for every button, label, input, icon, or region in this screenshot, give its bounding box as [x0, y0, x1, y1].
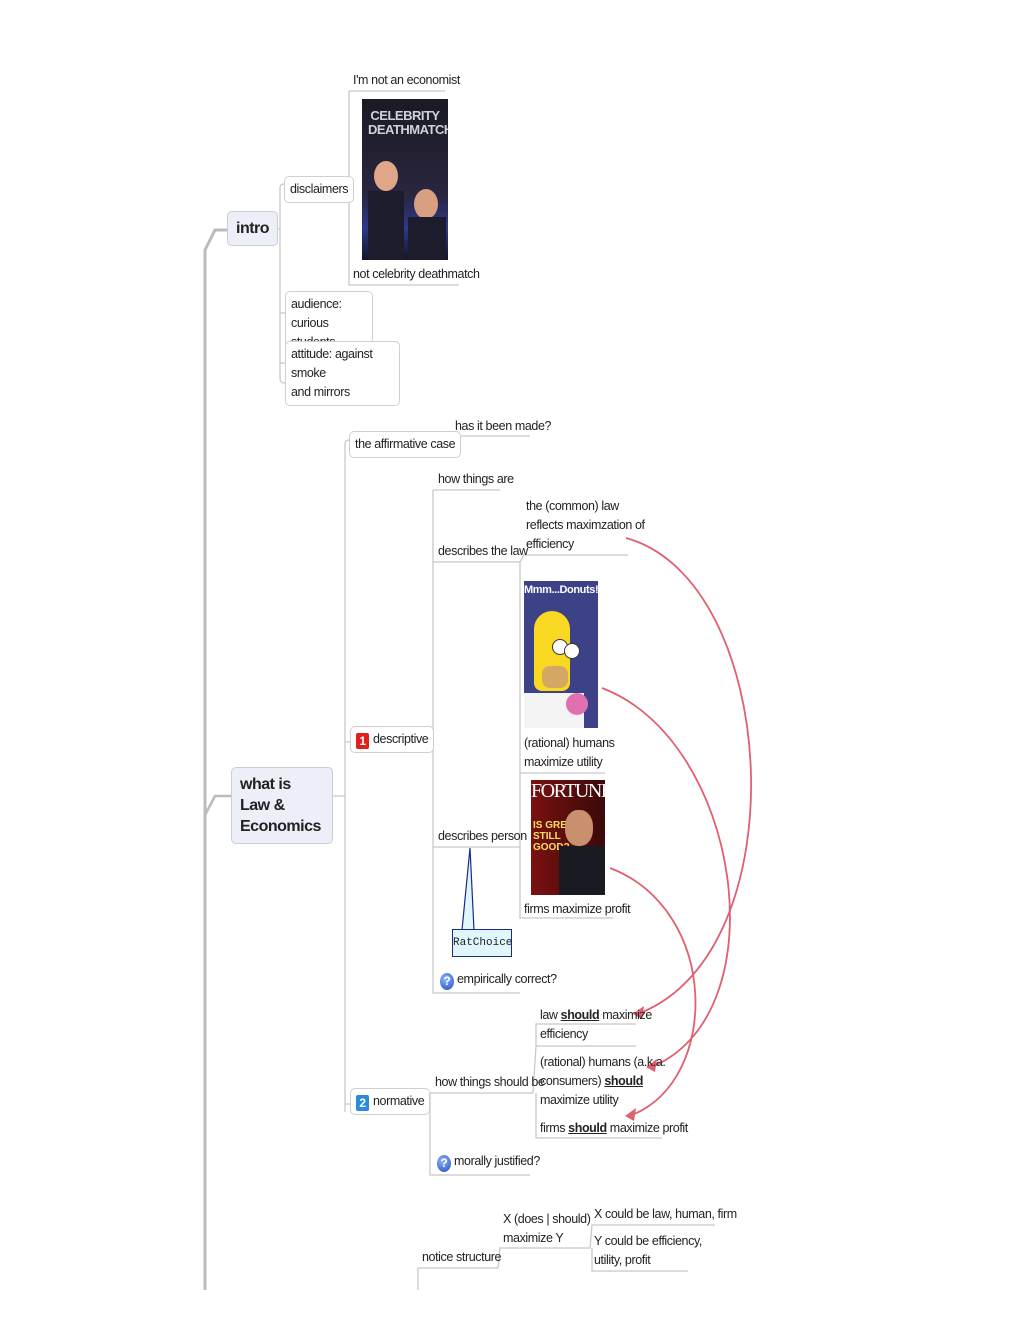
topic-attitude[interactable]: attitude: against smoke and mirrors	[285, 341, 400, 406]
topic-how-things-are[interactable]: how things are	[438, 470, 514, 489]
topic-label: what is Law &	[240, 776, 291, 814]
callout-ratchoice[interactable]: RatChoice	[452, 929, 512, 957]
image-logo: CELEBRITY DEATHMATCH	[368, 108, 448, 137]
topic-law-economics[interactable]: what is Law & Economics	[231, 767, 333, 844]
question-icon: ?	[437, 1155, 451, 1172]
image-logo: Mmm...Donuts!	[524, 584, 598, 596]
topic-label: audience: curious	[291, 297, 342, 330]
topic-label: the affirmative case	[355, 437, 456, 451]
text: efficiency	[540, 1027, 588, 1041]
topic-firms-maximize-profit[interactable]: firms maximize profit	[524, 900, 631, 919]
topic-how-things-should-be[interactable]: how things should be	[435, 1073, 545, 1092]
topic-label: maximize utility	[524, 755, 603, 769]
topic-law-should[interactable]: law should maximize efficiency	[540, 1006, 652, 1044]
connector-lines	[203, 90, 752, 1290]
topic-label: disclaimers	[290, 182, 349, 196]
topic-common-law[interactable]: the (common) law reflects maximzation of…	[526, 497, 645, 554]
topic-y-could-be[interactable]: Y could be efficiency, utility, profit	[594, 1232, 702, 1270]
topic-x-could-be[interactable]: X could be law, human, firm	[594, 1205, 737, 1224]
topic-label: X (does | should)	[503, 1212, 591, 1226]
question-icon: ?	[440, 973, 454, 990]
topic-affirmative-case[interactable]: the affirmative case	[349, 431, 462, 458]
emphasis: should	[604, 1074, 643, 1088]
topic-label: efficiency	[526, 537, 574, 551]
topic-notice-structure[interactable]: notice structure	[422, 1248, 501, 1267]
text: maximize	[599, 1008, 652, 1022]
topic-disclaimers[interactable]: disclaimers	[284, 176, 355, 203]
mind-map-canvas: intro disclaimers I'm not an economist C…	[0, 0, 1020, 1320]
topic-label: (rational) humans	[524, 736, 615, 750]
topic-morally-justified[interactable]: ? morally justified?	[437, 1152, 540, 1172]
topic-describes-law[interactable]: describes the law	[438, 542, 528, 561]
callout-pointer	[461, 847, 475, 931]
topic-label: descriptive	[373, 732, 429, 746]
topic-describes-person[interactable]: describes person	[438, 827, 527, 846]
text: maximize utility	[540, 1093, 619, 1107]
topic-label: empirically correct?	[457, 972, 557, 986]
priority-1-icon: 1	[356, 733, 369, 749]
branch-law-econ	[203, 794, 231, 816]
fortune-cover-image[interactable]: FORTUNE IS GREED STILL GOOD?	[531, 780, 605, 895]
celebrity-deathmatch-image[interactable]: CELEBRITY DEATHMATCH	[362, 99, 448, 260]
image-title: I'm not an economist	[353, 73, 460, 87]
topic-has-it-been-made[interactable]: has it been made?	[455, 417, 551, 436]
text: (rational) humans (a.k.a.	[540, 1055, 666, 1069]
homer-donuts-image[interactable]: Mmm...Donuts!	[524, 581, 598, 728]
topic-label: attitude: against smoke	[291, 347, 373, 380]
topic-empirically-correct[interactable]: ? empirically correct?	[440, 970, 557, 990]
text: law	[540, 1008, 561, 1022]
image-caption: not celebrity deathmatch	[353, 267, 480, 281]
topic-intro[interactable]: intro	[227, 211, 279, 246]
topic-label: normative	[373, 1094, 425, 1108]
topic-label: maximize Y	[503, 1231, 564, 1245]
text: consumers)	[540, 1074, 605, 1088]
root-trunk	[203, 228, 227, 1290]
topic-label: intro	[236, 220, 270, 237]
topic-label: morally justified?	[454, 1154, 540, 1168]
topic-label: and mirrors	[291, 385, 350, 399]
topic-label: reflects maximzation of	[526, 518, 645, 532]
emphasis: should	[568, 1121, 607, 1135]
image-logo: FORTUNE	[531, 780, 605, 802]
topic-normative[interactable]: 2 normative	[350, 1088, 431, 1115]
topic-label: utility, profit	[594, 1253, 651, 1267]
relationship-law	[625, 537, 752, 1014]
topic-label: Economics	[240, 818, 321, 835]
topic-label: the (common) law	[526, 499, 619, 513]
topic-descriptive[interactable]: 1 descriptive	[350, 726, 435, 753]
topic-humans-maximize-utility[interactable]: (rational) humans maximize utility	[524, 734, 615, 772]
branch-law-econ-children	[333, 439, 350, 1112]
text: maximize profit	[606, 1121, 688, 1135]
topic-humans-should[interactable]: (rational) humans (a.k.a. consumers) sho…	[540, 1053, 666, 1110]
topic-label: Y could be efficiency,	[594, 1234, 702, 1248]
text: firms	[540, 1121, 569, 1135]
topic-x-maximize-y[interactable]: X (does | should) maximize Y	[503, 1210, 591, 1248]
emphasis: should	[560, 1008, 600, 1022]
topic-firms-should[interactable]: firms should maximize profit	[540, 1119, 688, 1138]
priority-2-icon: 2	[356, 1095, 369, 1111]
